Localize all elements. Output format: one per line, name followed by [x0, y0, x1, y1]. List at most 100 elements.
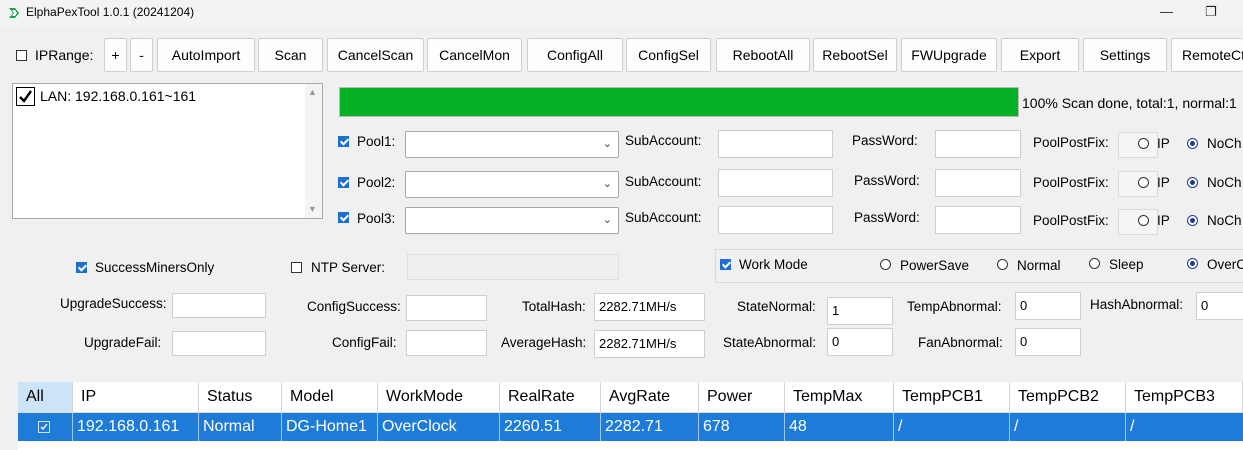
maximize-icon[interactable]: ❐ — [1205, 4, 1217, 20]
cell-power[interactable]: 678 — [699, 413, 785, 441]
checkmark-icon — [40, 423, 48, 431]
pool3-postfix-ip-radio[interactable] — [1138, 215, 1149, 226]
row-select-checkbox[interactable] — [38, 421, 50, 433]
pool2-subaccount-label: SubAccount: — [625, 174, 702, 189]
minimize-icon[interactable]: — — [1160, 4, 1173, 19]
pool3-checkbox[interactable] — [338, 212, 349, 223]
cell-temppcb1[interactable]: / — [894, 413, 1010, 441]
remove-range-button[interactable]: - — [130, 38, 153, 72]
list-scrollbar[interactable]: ▲ ▼ — [305, 84, 322, 218]
pool2-password-input[interactable] — [935, 169, 1021, 197]
autoimport-button[interactable]: AutoImport — [157, 38, 255, 72]
cell-model[interactable]: DG-Home1 — [282, 413, 378, 441]
chevron-down-icon[interactable]: ⌄ — [603, 213, 612, 226]
settings-button[interactable]: Settings — [1083, 38, 1167, 72]
add-range-button[interactable]: + — [104, 38, 127, 72]
work-mode-checkbox[interactable] — [720, 259, 731, 270]
chevron-down-icon[interactable]: ⌄ — [603, 177, 612, 190]
cell-workmode[interactable]: OverClock — [378, 413, 500, 441]
success-miners-only-checkbox[interactable] — [76, 262, 87, 273]
pool2-checkbox[interactable] — [338, 177, 349, 188]
config-fail-value — [406, 330, 487, 356]
cell-tempmax[interactable]: 48 — [785, 413, 894, 441]
scroll-up-icon[interactable]: ▲ — [308, 87, 317, 97]
column-header-power[interactable]: Power — [699, 382, 785, 412]
column-header-temppcb2[interactable]: TempPCB2 — [1010, 382, 1126, 412]
column-header-realrate[interactable]: RealRate — [500, 382, 601, 412]
normal-mode-label: Normal — [1017, 258, 1061, 273]
config-fail-label: ConfigFail: — [332, 335, 397, 350]
config-all-button[interactable]: ConfigAll — [527, 38, 623, 72]
cell-ip[interactable]: 192.168.0.161 — [73, 413, 199, 441]
cell-temppcb2[interactable]: / — [1010, 413, 1126, 441]
column-header-status[interactable]: Status — [199, 382, 282, 412]
pool1-postfix-ip-label: IP — [1157, 136, 1170, 151]
column-header-workmode[interactable]: WorkMode — [378, 382, 500, 412]
powersave-label: PowerSave — [900, 258, 970, 273]
column-header-avgrate[interactable]: AvgRate — [601, 382, 699, 412]
firmware-upgrade-button[interactable]: FWUpgrade — [901, 38, 997, 72]
cell-status[interactable]: Normal — [199, 413, 282, 441]
pool2-postfix-ip-label: IP — [1157, 175, 1170, 190]
ip-range-label: LAN: 192.168.0.161~161 — [40, 88, 197, 104]
remote-control-button[interactable]: RemoteCt — [1171, 38, 1243, 72]
column-header-model[interactable]: Model — [282, 382, 378, 412]
pool2-postfix-nochange-radio[interactable] — [1187, 177, 1198, 188]
cell-realrate[interactable]: 2260.51 — [500, 413, 601, 441]
row-select-cell[interactable] — [18, 413, 73, 441]
pool1-checkbox[interactable] — [338, 136, 349, 147]
pool3-postfix-nochange-radio[interactable] — [1187, 215, 1198, 226]
ntp-server-input[interactable] — [407, 254, 619, 280]
column-header-all[interactable]: All — [18, 382, 73, 412]
miner-table[interactable]: All IP Status Model WorkMode RealRate Av… — [18, 382, 1243, 450]
column-header-temppcb3[interactable]: TempPCB3 — [1126, 382, 1243, 412]
config-selected-button[interactable]: ConfigSel — [626, 38, 711, 72]
reboot-all-button[interactable]: RebootAll — [716, 38, 810, 72]
state-normal-label: StateNormal: — [737, 299, 816, 314]
config-success-value — [406, 295, 487, 321]
chevron-down-icon[interactable]: ⌄ — [603, 137, 612, 150]
ip-range-checkbox[interactable] — [16, 87, 35, 106]
progress-fill — [340, 88, 1018, 116]
ip-range-list[interactable]: LAN: 192.168.0.161~161 ▲ ▼ — [12, 83, 323, 219]
cancel-scan-button[interactable]: CancelScan — [327, 38, 424, 72]
pool2-password-label: PassWord: — [854, 173, 920, 188]
total-hash-value: 2282.71MH/s — [594, 293, 705, 321]
ntp-server-label: NTP Server: — [311, 260, 386, 275]
pool3-url-combo[interactable]: ⌄ — [405, 207, 619, 234]
sleep-mode-radio[interactable] — [1089, 258, 1100, 269]
pool1-postfix-nochange-label: NoCh — [1207, 136, 1242, 151]
overclock-mode-radio[interactable] — [1187, 258, 1198, 269]
cell-avgrate[interactable]: 2282.71 — [601, 413, 699, 441]
pool1-subaccount-input[interactable] — [718, 130, 833, 158]
work-mode-label: Work Mode — [739, 257, 808, 272]
iprange-checkbox[interactable] — [16, 50, 27, 61]
column-header-tempmax[interactable]: TempMax — [785, 382, 894, 412]
pool3-postfix-label: PoolPostFix: — [1033, 213, 1109, 228]
cancel-monitor-button[interactable]: CancelMon — [427, 38, 522, 72]
export-button[interactable]: Export — [1001, 38, 1079, 72]
pool1-password-label: PassWord: — [852, 133, 918, 148]
powersave-radio[interactable] — [880, 259, 891, 270]
scan-button[interactable]: Scan — [258, 38, 323, 72]
temp-abnormal-label: TempAbnormal: — [907, 299, 1002, 314]
pool3-password-input[interactable] — [935, 206, 1021, 234]
pool2-postfix-ip-radio[interactable] — [1138, 177, 1149, 188]
normal-mode-radio[interactable] — [997, 259, 1008, 270]
checkmark-icon — [19, 90, 32, 103]
cell-temppcb3[interactable]: / — [1126, 413, 1243, 441]
pool1-postfix-ip-radio[interactable] — [1138, 138, 1149, 149]
ntp-server-checkbox[interactable] — [291, 262, 302, 273]
pool1-password-input[interactable] — [935, 130, 1021, 158]
scroll-down-icon[interactable]: ▼ — [308, 204, 317, 214]
pool2-subaccount-input[interactable] — [718, 169, 833, 197]
pool1-postfix-nochange-radio[interactable] — [1187, 138, 1198, 149]
column-header-temppcb1[interactable]: TempPCB1 — [894, 382, 1010, 412]
pool2-url-combo[interactable]: ⌄ — [405, 171, 619, 198]
pool1-url-combo[interactable]: ⌄ — [405, 131, 619, 158]
column-header-ip[interactable]: IP — [73, 382, 199, 412]
success-miners-only-label: SuccessMinersOnly — [95, 260, 215, 275]
pool3-subaccount-input[interactable] — [718, 206, 833, 234]
reboot-selected-button[interactable]: RebootSel — [813, 38, 897, 72]
average-hash-label: AverageHash: — [501, 335, 587, 350]
